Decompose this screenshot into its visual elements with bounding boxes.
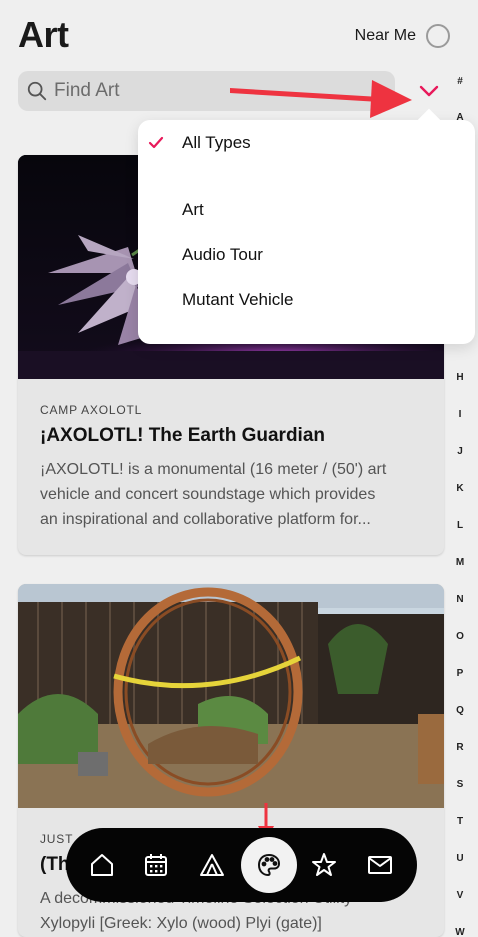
alpha-index-letter[interactable]: U [448,853,472,864]
alpha-index-letter[interactable]: P [448,668,472,679]
alpha-index-letter[interactable]: # [448,76,472,87]
near-me-radio[interactable] [426,24,450,48]
search-icon [27,81,47,101]
alpha-index-letter[interactable]: S [448,779,472,790]
bottom-tab-bar [66,828,417,902]
alpha-index-letter[interactable]: M [448,557,472,568]
chevron-down-icon[interactable] [416,80,442,102]
tab-favorites[interactable] [298,839,350,891]
tab-home[interactable] [76,839,128,891]
near-me-label: Near Me [354,27,416,44]
search-bar[interactable]: Find Art [18,71,395,111]
alpha-index-letter[interactable]: J [448,446,472,457]
alpha-index-letter[interactable]: R [448,742,472,753]
alpha-index-letter[interactable]: O [448,631,472,642]
tab-art[interactable] [241,837,297,893]
checkmark-icon [148,136,164,149]
menu-item-all-types[interactable]: All Types [138,120,475,166]
alpha-index-letter[interactable]: K [448,483,472,494]
home-icon [91,854,113,876]
tab-calendar[interactable] [130,839,182,891]
star-icon [312,853,336,876]
alpha-index-letter[interactable]: L [448,520,472,531]
art-card-body: CAMP AXOLOTL ¡AXOLOTL! The Earth Guardia… [40,403,422,532]
page-title: Art [18,14,69,55]
near-me-toggle[interactable]: Near Me [355,24,450,48]
alpha-index-letter[interactable]: H [448,372,472,383]
tab-messages[interactable] [354,839,406,891]
tab-camps[interactable] [186,839,238,891]
calendar-icon [145,854,167,876]
alpha-index-letter[interactable]: I [448,409,472,420]
card-title: ¡AXOLOTL! The Earth Guardian [40,425,326,446]
art-card-image [18,584,444,808]
search-input[interactable]: Find Art [54,80,119,102]
alpha-index-letter[interactable]: Q [448,705,472,716]
mail-icon [368,856,392,874]
type-filter-menu: All Types Art Audio Tour Mutant Vehicle [138,108,475,344]
alpha-index-letter[interactable]: N [448,594,472,605]
alpha-index-letter[interactable]: V [448,890,472,901]
palette-icon [257,853,281,877]
alpha-index-letter[interactable]: W [448,927,472,937]
menu-item-mutant-vehicle[interactable]: Mutant Vehicle [182,290,294,310]
menu-item-audio-tour[interactable]: Audio Tour [182,245,263,265]
menu-item-art[interactable]: Art [182,200,204,220]
menu-item-label: All Types [182,133,251,152]
tent-icon [200,854,224,876]
header: Art Near Me [18,14,458,55]
card-description: ¡AXOLOTL! is a monumental (16 meter / (5… [40,461,387,528]
alpha-index-letter[interactable]: T [448,816,472,827]
card-camp-name: CAMP AXOLOTL [40,403,143,417]
